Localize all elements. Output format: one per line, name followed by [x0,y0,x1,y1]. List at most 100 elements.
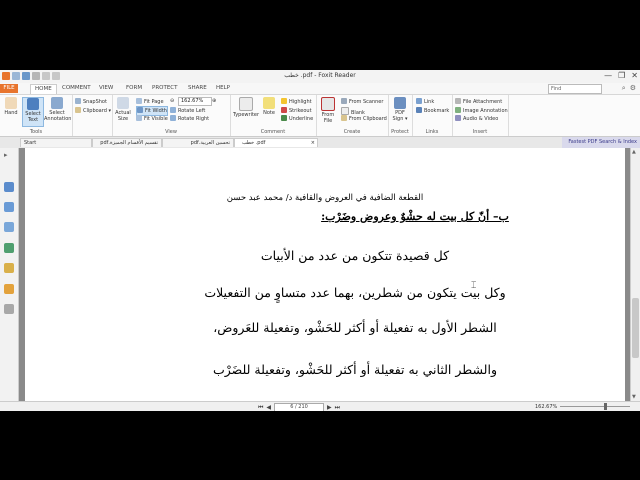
create-group-label: Create [343,129,361,135]
bookmark-button[interactable]: Bookmark [416,107,449,115]
image-icon [455,107,461,113]
tab-share[interactable]: SHARE [184,84,211,93]
zoom-in-icon[interactable]: ⊕ [212,98,216,105]
find-input[interactable]: Find [548,84,602,94]
page-navigation: ⏮ ◀ 6 / 210 ▶ ⏭ [258,403,340,411]
links-group: Link Bookmark Links [412,95,453,136]
zoom-field[interactable]: 162.67% [178,97,212,106]
fit-visible-icon [136,115,142,121]
close-tab-icon[interactable]: × [311,139,315,148]
from-clipboard-button[interactable]: From Clipboard [341,115,387,123]
strikeout-icon [281,107,287,113]
bookmarks-panel-icon[interactable] [4,182,14,192]
fit-page-button[interactable]: Fit Page [136,98,164,106]
close-button[interactable]: ✕ [631,71,638,80]
doc-tab-3[interactable]: تحسين العربية.pdf [162,138,234,147]
body-line: وكل بيت يتكون من شطرين، بهما عدد متساوٍ … [204,285,506,300]
zoom-slider[interactable] [560,403,630,410]
rotate-left-icon [170,107,176,113]
doc-tab-2[interactable]: تقسيم الأقسام الجميزة.pdf [92,138,162,147]
first-page-icon[interactable]: ⏮ [258,404,263,412]
pdf-page: القطعة الضافية في العروض والقافية د/ محم… [25,148,625,401]
signatures-panel-icon[interactable] [4,304,14,314]
maximize-button[interactable]: ❐ [618,71,625,80]
clipboard-icon [75,107,81,113]
hand-tool-button[interactable]: Hand [1,97,21,116]
fastest-search-banner[interactable]: Fastest PDF Search & Index [562,137,640,148]
page-number-field[interactable]: 6 / 210 [274,403,325,411]
media-icon [455,115,461,121]
last-page-icon[interactable]: ⏭ [335,404,340,412]
search-icon[interactable]: ⌕ [622,84,626,93]
doc-tab-active[interactable]: خطب .pdf × [234,138,318,147]
comments-panel-icon[interactable] [4,263,14,273]
clipboard-icon [341,115,347,121]
actual-size-button[interactable]: Actual Size [114,97,132,122]
links-group-label: Links [425,129,439,135]
audio-video-button[interactable]: Audio & Video [455,115,498,123]
tab-home[interactable]: HOME [30,84,57,94]
insert-group: File Attachment Image Annotation Audio &… [452,95,509,136]
zoom-out-icon[interactable]: ⊖ [170,98,174,105]
image-annotation-button[interactable]: Image Annotation [455,107,508,115]
scanner-icon [341,98,347,104]
rotate-left-button[interactable]: Rotate Left [170,107,205,115]
comment-group-label: Comment [260,129,286,135]
tab-help[interactable]: HELP [212,84,234,93]
tab-file[interactable]: FILE [0,84,18,93]
typewriter-button[interactable]: Typewriter [232,97,260,118]
highlight-button[interactable]: Highlight [281,98,312,106]
clipboard-button[interactable]: Clipboard ▾ [75,107,111,115]
note-button[interactable]: Note [260,97,278,116]
settings-icon[interactable]: ⚙ [630,84,636,93]
from-file-button[interactable]: From File [318,97,338,124]
page-header: القطعة الضافية في العروض والقافية د/ محم… [226,193,424,203]
tools-group-label: Tools [29,129,43,135]
tab-protect[interactable]: PROTECT [148,84,182,93]
pages-panel-icon[interactable] [4,202,14,212]
tab-view[interactable]: VIEW [95,84,117,93]
file-attachment-button[interactable]: File Attachment [455,98,502,106]
scroll-thumb[interactable] [632,298,639,358]
arrow-cursor-icon [51,97,63,109]
ribbon-tabs: FILE HOME COMMENT VIEW FORM PROTECT SHAR… [0,83,640,95]
minimize-button[interactable]: — [604,71,612,80]
body-line: والشطر الثاني به تفعيلة أو أكثر للحَشْو،… [213,362,497,377]
fit-page-icon [136,98,142,104]
body-line: كل قصيدة تتكون من عدد من الأبيات [260,248,450,263]
typewriter-icon [239,97,253,111]
select-annotation-button[interactable]: Select Annotation [44,97,71,122]
underline-button[interactable]: Underline [281,115,313,123]
mouse-cursor-icon: ⌶ [471,281,477,291]
pdf-sign-button[interactable]: PDF Sign ▾ [390,97,410,122]
status-bar: ⏮ ◀ 6 / 210 ▶ ⏭ 162.67% [0,401,640,411]
layers-panel-icon[interactable] [4,222,14,232]
link-button[interactable]: Link [416,98,434,106]
vertical-scrollbar[interactable]: ▲ ▼ [630,148,640,401]
protect-group: PDF Sign ▾ Protect [388,95,413,136]
scroll-up-icon[interactable]: ▲ [632,149,636,155]
doc-tab-start[interactable]: Start [20,138,92,147]
snapshot-button[interactable]: SnapShot [75,98,107,106]
tab-form[interactable]: FORM [122,84,146,93]
select-text-button[interactable]: Select Text [22,97,44,127]
attachments-panel-icon[interactable] [4,243,14,253]
scroll-down-icon[interactable]: ▼ [632,394,636,400]
from-scanner-button[interactable]: From Scanner [341,98,383,106]
zoom-readout: 162.67% [535,404,558,410]
strikeout-button[interactable]: Strikeout [281,107,312,115]
pdf-file-icon [321,97,335,111]
tab-comment[interactable]: COMMENT [58,84,95,93]
actual-size-icon [117,97,129,109]
fit-visible-button[interactable]: Fit Visible [136,115,168,123]
link-icon [416,98,422,104]
sidebar-collapse-icon[interactable]: ▸ [4,151,14,161]
rotate-right-button[interactable]: Rotate Right [170,115,209,123]
next-page-icon[interactable]: ▶ [327,404,332,411]
security-panel-icon[interactable] [4,284,14,294]
previous-page-icon[interactable]: ◀ [266,404,271,411]
title-bar: خطب .pdf - Foxit Reader — ❐ ✕ [0,70,640,84]
zoom-slider-knob[interactable] [604,403,607,410]
window-title: خطب .pdf - Foxit Reader [284,72,356,79]
document-view[interactable]: القطعة الضافية في العروض والقافية د/ محم… [19,148,631,401]
